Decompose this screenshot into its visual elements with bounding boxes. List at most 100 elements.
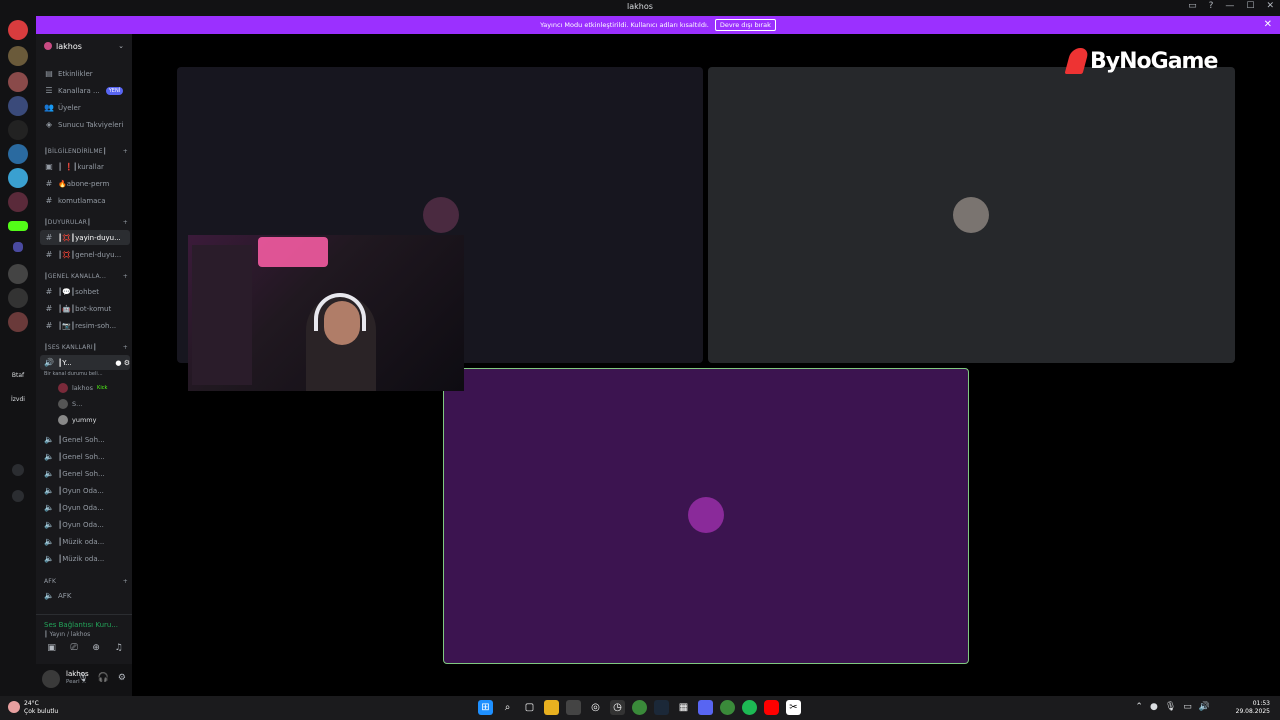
menu-boosts[interactable]: ◈ Sunucu Takviyeleri [40,117,130,132]
channel-item[interactable]: ▣ ┃ ❗┃kurallar [40,159,130,174]
spotify-icon[interactable] [742,700,757,715]
voice-channel[interactable]: 🔈 ┃Oyun Oda... [40,517,130,532]
activity-icon[interactable]: ⊕ [92,643,100,653]
voice-channel[interactable]: 🔈 ┃Oyun Oda... [40,483,130,498]
server-icon[interactable] [8,264,28,284]
participant-tile-speaking[interactable] [443,368,969,664]
discover-icon[interactable] [12,490,24,502]
server-label[interactable]: Btaf [0,372,36,379]
server-icon[interactable] [8,192,28,212]
channel-item[interactable]: # ┃📷┃resim-soh... [40,318,130,333]
server-icon[interactable] [8,312,28,332]
category-info[interactable]: ┃BİLGİLENDİRİLME┃ + [44,148,128,155]
channel-item[interactable]: # komutlamaca [40,193,130,208]
file-explorer-icon[interactable] [544,700,559,715]
add-channel-icon[interactable]: + [123,273,128,280]
camera-icon[interactable]: ▣ [47,643,56,653]
browser-icon[interactable] [720,700,735,715]
channel-label: ┃ ❗┃kurallar [58,162,104,171]
server-icon[interactable] [8,168,28,188]
server-icon[interactable] [8,46,28,66]
avatar[interactable] [42,670,60,688]
app-icon[interactable]: ◷ [610,700,625,715]
channel-item[interactable]: # 🔥abone-perm [40,176,130,191]
weather-widget[interactable]: 24°C Çok bulutlu [8,700,58,716]
voice-channel[interactable]: 🔈 ┃Müzik oda... [40,534,130,549]
server-icon[interactable] [8,72,28,92]
server-icon[interactable] [13,242,23,252]
voice-channel[interactable]: 🔈 ┃Genel Soh... [40,432,130,447]
steam-icon[interactable] [654,700,669,715]
mic-icon[interactable]: 🎙 [1165,702,1176,712]
category-label: AFK [44,578,57,585]
app-icon[interactable]: ◎ [588,700,603,715]
help-icon[interactable]: ? [1209,1,1214,11]
menu-browse-channels[interactable]: ☰ Kanallara ... YENİ [40,83,130,98]
add-server-icon[interactable] [12,464,24,476]
voice-channel[interactable]: 🔈 ┃Genel Soh... [40,466,130,481]
add-channel-icon[interactable]: + [123,148,128,155]
hash-icon: # [45,179,53,188]
participant-tile[interactable] [708,67,1235,363]
server-icon[interactable] [8,120,28,140]
capcut-icon[interactable]: ✂ [786,700,801,715]
voice-channel[interactable]: 🔈 ┃Müzik oda... [40,551,130,566]
voice-channel[interactable]: 🔈 ┃Genel Soh... [40,449,130,464]
clock[interactable]: 01:53 29.08.2025 [1236,700,1270,716]
store-icon[interactable] [566,700,581,715]
voice-member[interactable]: lakhos Kick [58,381,128,395]
app-icon[interactable]: ▦ [676,700,691,715]
voice-connected-status[interactable]: Ses Bağlantısı Kuru... [44,621,118,629]
menu-events[interactable]: ▤ Etkinlikler [40,66,130,81]
category-announcements[interactable]: ┃DUYURULAR┃ + [44,219,128,226]
task-view-icon[interactable]: ▢ [522,700,537,715]
server-icon[interactable] [8,288,28,308]
discord-home-icon[interactable] [8,20,28,40]
chevron-up-icon[interactable]: ⌃ [1135,702,1143,712]
voice-channel-status[interactable]: Bir kanal durumu beli... [40,366,130,381]
channel-item[interactable]: # ┃💢┃yayin-duyu... [40,230,130,245]
channel-label: ┃Müzik oda... [58,554,105,563]
start-icon[interactable]: ⊞ [478,700,493,715]
menu-members[interactable]: 👥 Üyeler [40,100,130,115]
voice-member[interactable]: yummy [58,413,128,427]
search-icon[interactable]: ⌕ [500,700,515,715]
hash-icon: # [45,196,53,205]
headphones-icon[interactable]: 🎧 [98,673,109,683]
add-channel-icon[interactable]: + [123,219,128,226]
voice-location[interactable]: ┃ Yayın / lakhos [44,631,90,638]
category-voice[interactable]: ┃SES KANLLARI┃ + [44,344,128,351]
screen-share-icon[interactable]: ⎚ [71,643,78,653]
inbox-icon[interactable]: ▭ [1188,1,1197,11]
channel-item[interactable]: # ┃💢┃genel-duyu... [40,247,130,262]
volume-icon[interactable]: 🔊 [1199,702,1210,712]
channel-item[interactable]: # ┃🤖┃bot-komut [40,301,130,316]
disable-streamer-mode-button[interactable]: Devre dışı bırak [714,19,776,31]
youtube-icon[interactable] [764,700,779,715]
server-header[interactable]: lakhos ⌄ [36,38,132,54]
tray-app-icon[interactable]: ● [1150,702,1158,712]
category-general[interactable]: ┃GENEL KANALLA... + [44,273,128,280]
voice-channel[interactable]: 🔈 AFK [40,588,130,603]
kick-icon[interactable] [8,221,28,231]
voice-member[interactable]: S... [58,397,128,411]
category-afk[interactable]: AFK + [44,578,128,585]
close-icon[interactable]: ✕ [1266,1,1274,11]
server-name: lakhos [56,41,82,51]
settings-icon[interactable]: ⚙ [118,673,126,683]
channel-item[interactable]: # ┃💬┃sohbet [40,284,130,299]
server-icon[interactable] [8,96,28,116]
soundboard-icon[interactable]: ♫ [115,643,123,653]
microphone-icon[interactable]: 🎙 [77,673,88,683]
banner-close-icon[interactable]: ✕ [1264,19,1272,30]
voice-channel[interactable]: 🔈 ┃Oyun Oda... [40,500,130,515]
server-icon[interactable] [8,144,28,164]
add-channel-icon[interactable]: + [123,344,128,351]
add-channel-icon[interactable]: + [123,578,128,585]
server-label[interactable]: İzvdi [0,396,36,403]
discord-icon[interactable] [698,700,713,715]
maximize-icon[interactable]: ☐ [1246,1,1254,11]
chrome-icon[interactable] [632,700,647,715]
minimize-icon[interactable]: — [1225,1,1234,11]
network-icon[interactable]: ▭ [1183,702,1192,712]
